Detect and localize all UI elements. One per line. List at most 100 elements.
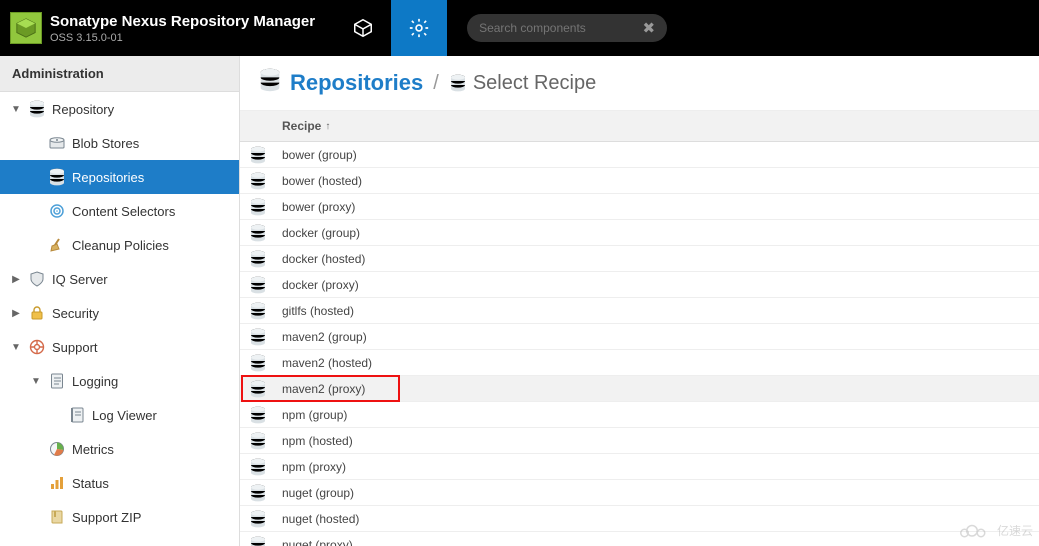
app-brand: Sonatype Nexus Repository Manager OSS 3.… (50, 13, 315, 44)
breadcrumb-current: Select Recipe (449, 72, 596, 95)
app-logo (10, 12, 42, 44)
notebook-icon (68, 406, 86, 424)
database-icon (240, 198, 276, 216)
note-icon (48, 372, 66, 390)
database-icon (28, 100, 46, 118)
grid-header: Recipe ↑ (240, 111, 1039, 142)
sidebar-section-title: Administration (0, 56, 239, 92)
book-icon (48, 508, 66, 526)
database-icon (240, 354, 276, 372)
sidebar-item[interactable]: Blob Stores (0, 126, 239, 160)
recipe-row[interactable]: npm (group) (240, 402, 1039, 428)
breadcrumb: Repositories / Select Recipe (240, 56, 1039, 111)
chart-icon (48, 440, 66, 458)
sidebar-item-label: IQ Server (52, 272, 108, 287)
recipe-row[interactable]: gitlfs (hosted) (240, 298, 1039, 324)
database-icon (240, 250, 276, 268)
sidebar-item-label: Content Selectors (72, 204, 175, 219)
app-header: Sonatype Nexus Repository Manager OSS 3.… (0, 0, 1039, 56)
recipe-row[interactable]: maven2 (group) (240, 324, 1039, 350)
sidebar-item[interactable]: Cleanup Policies (0, 228, 239, 262)
sidebar-item-label: Log Viewer (92, 408, 157, 423)
database-icon (240, 302, 276, 320)
sidebar-item-label: Logging (72, 374, 118, 389)
sidebar-item[interactable]: Metrics (0, 432, 239, 466)
sidebar-item[interactable]: Content Selectors (0, 194, 239, 228)
recipe-label: docker (proxy) (276, 278, 1039, 292)
bars-icon (48, 474, 66, 492)
recipe-row[interactable]: nuget (group) (240, 480, 1039, 506)
database-icon (240, 484, 276, 502)
sidebar-item[interactable]: ▶Security (0, 296, 239, 330)
sidebar-item-label: Repository (52, 102, 114, 117)
recipe-label: maven2 (proxy) (276, 382, 1039, 396)
recipe-row[interactable]: npm (proxy) (240, 454, 1039, 480)
recipe-row[interactable]: docker (hosted) (240, 246, 1039, 272)
chevron-down-icon: ▼ (30, 376, 42, 387)
database-icon (240, 510, 276, 528)
lock-icon (28, 304, 46, 322)
recipe-label: maven2 (group) (276, 330, 1039, 344)
database-icon (240, 380, 276, 398)
breadcrumb-page[interactable]: Repositories (290, 70, 423, 96)
sidebar-item[interactable]: Status (0, 466, 239, 500)
database-icon (240, 432, 276, 450)
sidebar-item-label: Support (52, 340, 98, 355)
sidebar-item[interactable]: Log Viewer (0, 398, 239, 432)
sidebar-item[interactable]: ▼ Logging (0, 364, 239, 398)
browse-mode-button[interactable] (335, 0, 391, 56)
chevron-right-icon: ▶ (10, 274, 22, 285)
recipe-label: nuget (hosted) (276, 512, 1039, 526)
disk-icon (48, 134, 66, 152)
recipe-label: docker (group) (276, 226, 1039, 240)
database-icon (240, 146, 276, 164)
recipe-label: maven2 (hosted) (276, 356, 1039, 370)
recipe-row[interactable]: bower (proxy) (240, 194, 1039, 220)
target-icon (48, 202, 66, 220)
breadcrumb-separator: / (433, 72, 439, 95)
database-icon (240, 172, 276, 190)
sidebar-item[interactable]: ▼ Repository (0, 92, 239, 126)
recipe-row[interactable]: nuget (hosted) (240, 506, 1039, 532)
recipe-row[interactable]: docker (group) (240, 220, 1039, 246)
sidebar-item-label: Metrics (72, 442, 114, 457)
sidebar-tree: ▼ Repository Blob Stores Repositories Conten… (0, 92, 239, 534)
search-input[interactable] (479, 21, 642, 35)
app-version: OSS 3.15.0-01 (50, 32, 315, 44)
sidebar-item[interactable]: Support ZIP (0, 500, 239, 534)
sidebar: Administration ▼ Repository Blob Stores Rep… (0, 56, 240, 546)
recipe-row[interactable]: docker (proxy) (240, 272, 1039, 298)
sidebar-item-label: Support ZIP (72, 510, 141, 525)
main-panel: Repositories / Select Recipe Recipe ↑ bo… (240, 56, 1039, 546)
recipe-row[interactable]: bower (group) (240, 142, 1039, 168)
recipe-row[interactable]: maven2 (proxy) (240, 376, 1039, 402)
database-icon (48, 168, 66, 186)
chevron-down-icon: ▼ (10, 342, 22, 353)
recipe-label: gitlfs (hosted) (276, 304, 1039, 318)
app-title: Sonatype Nexus Repository Manager (50, 13, 315, 30)
chevron-down-icon: ▼ (10, 104, 22, 115)
database-icon (240, 536, 276, 546)
admin-mode-button[interactable] (391, 0, 447, 56)
grid-body: bower (group)bower (hosted)bower (proxy)… (240, 142, 1039, 546)
sidebar-item-label: Status (72, 476, 109, 491)
database-icon (240, 328, 276, 346)
sidebar-item[interactable]: Repositories (0, 160, 239, 194)
recipe-label: npm (group) (276, 408, 1039, 422)
search-clear-icon[interactable]: ✖ (643, 19, 656, 37)
grid-column-recipe[interactable]: Recipe ↑ (276, 111, 1039, 141)
recipe-row[interactable]: maven2 (hosted) (240, 350, 1039, 376)
shield-icon (28, 270, 46, 288)
sidebar-item-label: Blob Stores (72, 136, 139, 151)
sidebar-item[interactable]: ▶ IQ Server (0, 262, 239, 296)
recipe-row[interactable]: bower (hosted) (240, 168, 1039, 194)
database-icon (240, 224, 276, 242)
recipe-row[interactable]: npm (hosted) (240, 428, 1039, 454)
database-icon (240, 276, 276, 294)
recipe-row[interactable]: nuget (proxy) (240, 532, 1039, 546)
database-icon (240, 458, 276, 476)
sidebar-item[interactable]: ▼ Support (0, 330, 239, 364)
recipe-label: nuget (proxy) (276, 538, 1039, 546)
search-box[interactable]: ✖ (467, 14, 667, 42)
recipe-label: docker (hosted) (276, 252, 1039, 266)
